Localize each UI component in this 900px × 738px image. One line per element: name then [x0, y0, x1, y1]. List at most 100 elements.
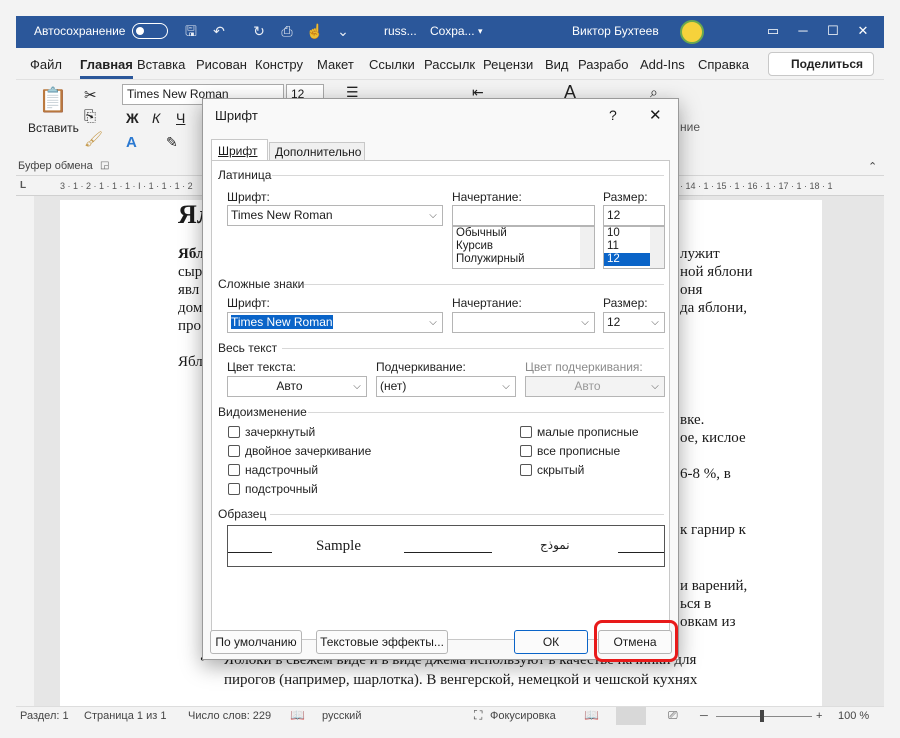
tab-draw[interactable]: Рисован [196, 57, 247, 72]
underline-button[interactable]: Ч [176, 110, 185, 126]
style-list[interactable]: Обычный Курсив Полужирный [452, 226, 595, 269]
proofing-icon[interactable]: 📖 [290, 708, 305, 722]
chevron-down-icon[interactable]: ⌵ [424, 206, 442, 225]
doc-line[interactable]: сыр [178, 264, 202, 281]
zoom-out-icon[interactable]: ─ [700, 710, 708, 722]
doc-line[interactable]: к гарнир к [680, 522, 746, 539]
autosave-toggle[interactable] [132, 23, 168, 39]
doc-line[interactable]: Ябл [178, 354, 203, 371]
tab-mailings[interactable]: Рассылк [424, 57, 475, 72]
doc-line[interactable]: вке. [680, 412, 704, 429]
tab-addins[interactable]: Add-Ins [640, 57, 685, 72]
hidden-checkbox[interactable]: скрытый [520, 463, 584, 477]
doc-line[interactable]: ое, кислое [680, 430, 746, 447]
text-effects-button[interactable]: Текстовые эффекты... [316, 630, 448, 654]
style-option[interactable]: Курсив [453, 240, 594, 253]
ribbon-display-icon[interactable]: ▭ [764, 22, 782, 40]
vertical-ruler[interactable] [16, 196, 34, 706]
save-icon[interactable]: 🖫 [182, 22, 200, 40]
doc-line[interactable]: 6-8 %, в [680, 466, 731, 483]
text-effects-icon[interactable]: A [126, 134, 137, 151]
tab-selector-icon[interactable]: L [20, 180, 26, 191]
undo-icon[interactable]: ↶ [210, 22, 228, 40]
print-layout-icon[interactable] [616, 707, 646, 725]
small-caps-checkbox[interactable]: малые прописные [520, 425, 639, 439]
complex-font-combo[interactable]: Times New Roman ⌵ [227, 312, 443, 333]
minimize-icon[interactable]: ─ [794, 22, 812, 40]
zoom-in-icon[interactable]: + [816, 710, 822, 722]
user-name[interactable]: Виктор Бухтеев [572, 24, 659, 38]
style-option[interactable]: Обычный [453, 227, 594, 240]
save-state[interactable]: Сохра... [430, 24, 475, 38]
latin-style-input[interactable] [452, 205, 595, 226]
close-icon[interactable]: ✕ [854, 22, 872, 40]
zoom-slider[interactable] [716, 716, 812, 717]
doc-line[interactable]: овкам из [680, 614, 736, 631]
focus-mode[interactable]: Фокусировка [490, 710, 556, 722]
help-button[interactable]: ? [609, 107, 617, 123]
chevron-down-icon[interactable]: ⌵ [646, 313, 664, 332]
doc-line[interactable]: про [178, 318, 201, 335]
print-preview-icon[interactable]: ⎙ [278, 22, 296, 40]
chevron-down-icon[interactable]: ▾ [478, 26, 483, 37]
bold-button[interactable]: Ж [126, 110, 139, 126]
size-list[interactable]: 10 11 12 [603, 226, 665, 269]
doc-line[interactable]: ной яблони [680, 264, 753, 281]
all-caps-checkbox[interactable]: все прописные [520, 444, 620, 458]
subscript-checkbox[interactable]: подстрочный [228, 482, 318, 496]
collapse-ribbon-icon[interactable]: ⌃ [868, 160, 877, 173]
focus-icon[interactable]: ⛶ [474, 708, 482, 723]
zoom-level[interactable]: 100 % [838, 710, 869, 722]
tab-file[interactable]: Файл [30, 57, 62, 72]
tab-home[interactable]: Главная [80, 57, 133, 79]
tab-help[interactable]: Справка [698, 57, 749, 72]
tab-review[interactable]: Рецензи [483, 57, 533, 72]
latin-font-combo[interactable]: Times New Roman ⌵ [227, 205, 443, 226]
customize-toolbar-icon[interactable]: ⌄ [334, 22, 352, 40]
complex-size-combo[interactable]: 12 ⌵ [603, 312, 665, 333]
latin-size-input[interactable]: 12 [603, 205, 665, 226]
doc-line[interactable]: ься в [680, 596, 711, 613]
style-option[interactable]: Полужирный [453, 253, 594, 266]
highlight-icon[interactable]: ✎ [166, 134, 178, 151]
cut-icon[interactable]: ✂ [84, 86, 97, 104]
redo-icon[interactable]: ↻ [250, 22, 268, 40]
document-title[interactable]: russ... [384, 24, 417, 38]
doc-line[interactable]: и варений, [680, 578, 747, 595]
tab-view[interactable]: Вид [545, 57, 569, 72]
read-mode-icon[interactable]: 📖 [584, 708, 599, 722]
dialog-launcher-icon[interactable]: ◲ [100, 160, 109, 171]
tab-design[interactable]: Констру [255, 57, 303, 72]
touch-mode-icon[interactable]: ☝ [306, 22, 324, 40]
double-strikethrough-checkbox[interactable]: двойное зачеркивание [228, 444, 371, 458]
font-color-combo[interactable]: Авто ⌵ [227, 376, 367, 397]
zoom-slider-thumb[interactable] [760, 710, 764, 722]
page-indicator[interactable]: Страница 1 из 1 [84, 710, 166, 722]
doc-line[interactable]: явл [178, 282, 199, 299]
tab-layout[interactable]: Макет [317, 57, 354, 72]
tab-references[interactable]: Ссылки [369, 57, 415, 72]
word-count[interactable]: Число слов: 229 [188, 710, 271, 722]
chevron-down-icon[interactable]: ⌵ [497, 377, 515, 396]
scrollbar[interactable] [650, 227, 664, 268]
set-default-button[interactable]: По умолчанию [210, 630, 302, 654]
doc-line[interactable]: оня [680, 282, 702, 299]
maximize-icon[interactable]: ☐ [824, 22, 842, 40]
ok-button[interactable]: ОК [514, 630, 588, 654]
italic-button[interactable]: К [152, 110, 160, 126]
complex-style-combo[interactable]: ⌵ [452, 312, 595, 333]
doc-line[interactable]: Ябл [178, 246, 204, 263]
doc-line[interactable]: да яблони, [680, 300, 747, 317]
copy-icon[interactable]: ⎘ [84, 108, 96, 125]
paste-icon[interactable]: 📋 [38, 86, 68, 115]
tab-advanced[interactable]: Дополнительно [269, 142, 365, 161]
chevron-down-icon[interactable]: ⌵ [424, 313, 442, 332]
format-painter-icon[interactable]: 🖌 [84, 130, 103, 148]
share-button[interactable]: Поделиться [768, 52, 874, 76]
paste-label[interactable]: Вставить [28, 121, 79, 135]
underline-style-combo[interactable]: (нет) ⌵ [376, 376, 516, 397]
chevron-down-icon[interactable]: ⌵ [646, 377, 664, 396]
language-indicator[interactable]: русский [322, 710, 361, 722]
scrollbar[interactable] [580, 227, 594, 268]
chevron-down-icon[interactable]: ⌵ [576, 313, 594, 332]
